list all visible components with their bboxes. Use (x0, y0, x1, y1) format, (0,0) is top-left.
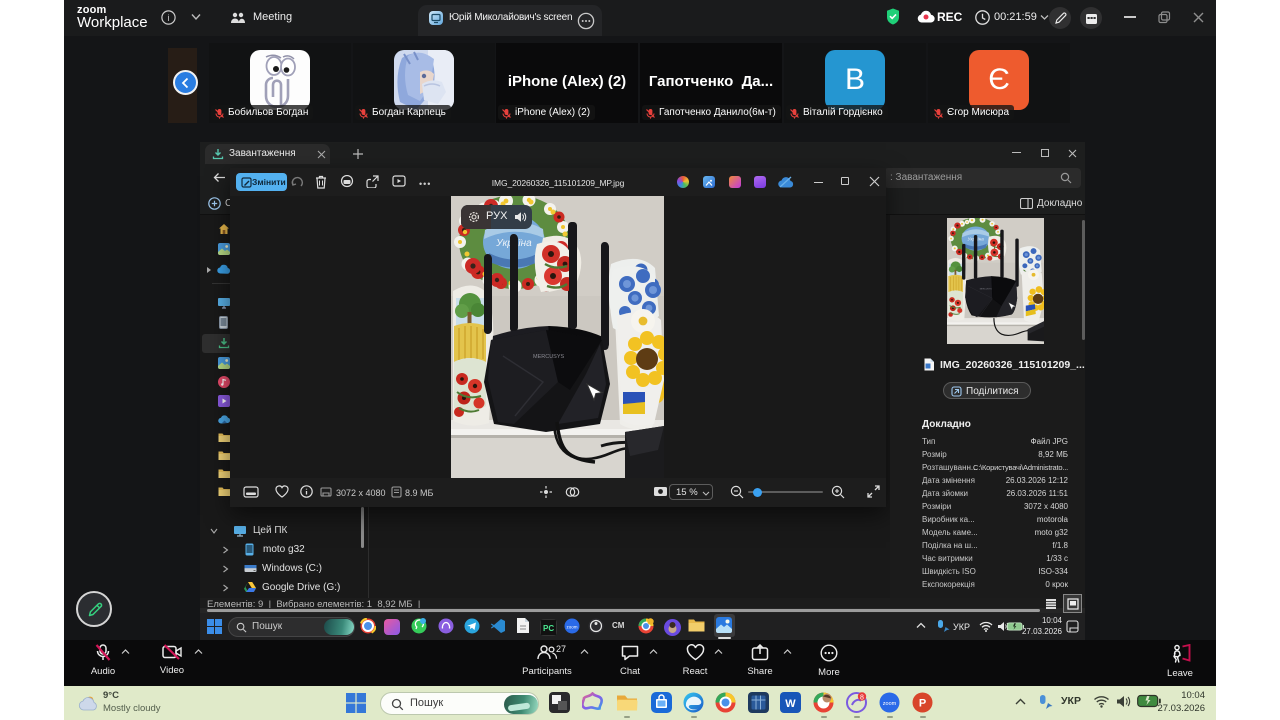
svg-text:W: W (785, 698, 796, 710)
svg-text:8: 8 (860, 694, 864, 701)
svg-text:i: i (168, 13, 170, 23)
svg-text:PC: PC (543, 624, 554, 633)
svg-text:zoom: zoom (883, 701, 897, 707)
svg-text:MERCUSYS: MERCUSYS (533, 354, 565, 360)
svg-text:zoom: zoom (566, 625, 577, 630)
svg-text:P: P (919, 698, 926, 710)
